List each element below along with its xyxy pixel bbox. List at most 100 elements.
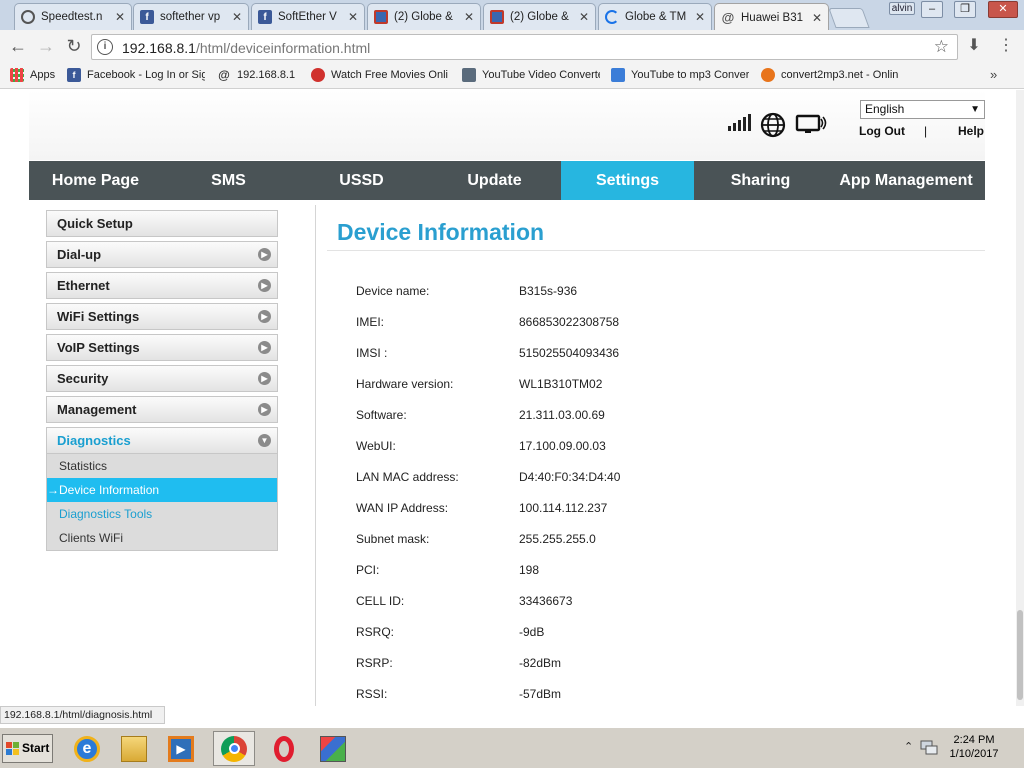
close-tab-icon[interactable]: ✕ <box>232 10 242 24</box>
address-bar[interactable]: i 192.168.8.1/html/deviceinformation.htm… <box>91 34 958 60</box>
bookmark-item[interactable]: Apps <box>10 68 58 82</box>
taskbar-app[interactable]: e <box>66 731 108 766</box>
taskbar-clock[interactable]: 2:24 PM 1/10/2017 <box>944 733 1004 761</box>
browser-tab[interactable]: (2) Globe & ✕ <box>367 3 481 30</box>
logout-link[interactable]: Log Out <box>859 124 905 138</box>
chrome-icon <box>221 735 247 762</box>
sidebar-item-quick-setup[interactable]: Quick Setup <box>46 210 278 237</box>
forward-icon[interactable]: → <box>35 36 57 58</box>
separator: | <box>924 124 928 138</box>
nav-home-page[interactable]: Home Page <box>29 161 162 200</box>
taskbar-app[interactable] <box>263 731 305 766</box>
tray-expand-icon[interactable]: ⌃ <box>904 740 913 753</box>
tab-title: (2) Globe & <box>394 11 453 23</box>
more-bookmarks-icon[interactable]: » <box>990 67 997 82</box>
submenu-item-statistics[interactable]: Statistics <box>47 454 277 478</box>
browser-tab[interactable]: @ Huawei B31 ✕ <box>714 3 829 31</box>
close-window-button[interactable]: ✕ <box>988 1 1018 18</box>
info-label: WebUI: <box>356 439 396 453</box>
taskbar-app[interactable] <box>312 731 354 766</box>
bookmark-item[interactable]: convert2mp3.net - Onlin <box>761 68 901 82</box>
profile-badge[interactable]: alvin <box>889 2 915 15</box>
minimize-button[interactable]: – <box>921 1 943 18</box>
tab-title: Speedtest.n <box>41 11 103 23</box>
bookmark-star-icon[interactable]: ☆ <box>934 37 949 57</box>
close-tab-icon[interactable]: ✕ <box>115 10 125 24</box>
chevron-right-icon: ▶ <box>258 248 271 261</box>
browser-tab[interactable]: f softether vp ✕ <box>133 3 249 30</box>
nav-ussd[interactable]: USSD <box>295 161 428 200</box>
taskbar-app[interactable] <box>113 731 155 766</box>
info-label: RSRQ: <box>356 625 395 639</box>
nav-settings[interactable]: Settings <box>561 161 694 200</box>
sidebar-item-diagnostics[interactable]: Diagnostics ▼ <box>46 427 278 454</box>
internet-explorer-icon: e <box>74 735 100 762</box>
film-reel-icon <box>311 68 325 82</box>
facebook-icon: f <box>140 10 154 24</box>
file-explorer-icon <box>121 735 147 762</box>
close-tab-icon[interactable]: ✕ <box>695 10 705 24</box>
nav-sms[interactable]: SMS <box>162 161 295 200</box>
tab-title: Globe & TM <box>625 11 687 23</box>
reload-icon[interactable]: ↻ <box>63 36 85 58</box>
info-label: RSSI: <box>356 687 388 701</box>
info-value: -82dBm <box>519 656 562 670</box>
loading-spinner-icon <box>605 10 619 24</box>
info-label: RSRP: <box>356 656 393 670</box>
chevron-right-icon: ▶ <box>258 310 271 323</box>
sidebar-item-security[interactable]: Security ▶ <box>46 365 278 392</box>
info-icon[interactable]: i <box>97 39 113 55</box>
menu-icon[interactable]: ⋮ <box>995 36 1017 58</box>
start-button[interactable]: Start <box>2 734 53 763</box>
submenu-item-device-information[interactable]: →Device Information <box>47 478 277 502</box>
close-tab-icon[interactable]: ✕ <box>579 10 589 24</box>
opera-icon <box>274 735 294 762</box>
submenu-item-diagnostics-tools[interactable]: Diagnostics Tools <box>47 502 277 526</box>
nav-app-management[interactable]: App Management <box>827 161 985 200</box>
sidebar-item-wifi-settings[interactable]: WiFi Settings ▶ <box>46 303 278 330</box>
browser-tab[interactable]: Globe & TM ✕ <box>598 3 712 30</box>
sidebar-item-dial-up[interactable]: Dial-up ▶ <box>46 241 278 268</box>
info-label: IMEI: <box>356 315 385 329</box>
submenu-label: Device Information <box>59 483 160 497</box>
diagnostics-submenu: Statistics →Device Information Diagnostics… <box>46 454 278 551</box>
close-tab-icon[interactable]: ✕ <box>464 10 474 24</box>
browser-tab[interactable]: Speedtest.n ✕ <box>14 3 132 30</box>
start-label: Start <box>22 741 50 755</box>
maximize-button[interactable]: ❐ <box>954 1 976 18</box>
sidebar-item-voip-settings[interactable]: VoIP Settings ▶ <box>46 334 278 361</box>
header-band <box>29 90 985 160</box>
back-icon[interactable]: ← <box>7 36 29 58</box>
help-link[interactable]: Help <box>958 124 984 138</box>
at-sign-icon: @ <box>721 10 735 25</box>
apps-grid-icon <box>10 68 24 82</box>
bookmark-item[interactable]: @192.168.8.1 <box>217 68 303 82</box>
info-label: PCI: <box>356 563 380 577</box>
new-tab-button[interactable] <box>828 8 870 28</box>
bookmark-item[interactable]: YouTube Video Converte <box>462 68 600 82</box>
bookmark-label: convert2mp3.net - Onlin <box>781 69 899 81</box>
close-tab-icon[interactable]: ✕ <box>348 10 358 24</box>
bookmark-item[interactable]: f Facebook - Log In or Sig <box>67 68 205 82</box>
scrollbar-thumb[interactable] <box>1017 610 1023 700</box>
url-text[interactable]: 192.168.8.1/html/deviceinformation.html <box>122 40 370 56</box>
browser-tab[interactable]: (2) Globe & ✕ <box>483 3 596 30</box>
browser-tab[interactable]: f SoftEther V ✕ <box>251 3 365 30</box>
taskbar-app[interactable] <box>213 731 255 766</box>
at-sign-icon: @ <box>218 68 230 82</box>
bookmark-item[interactable]: Watch Free Movies Onli <box>311 68 451 82</box>
page-scrollbar[interactable] <box>1016 90 1024 706</box>
taskbar-app[interactable]: ▶ <box>160 731 202 766</box>
windows-logo-icon <box>6 742 19 755</box>
language-select[interactable]: English ▼ <box>860 100 985 119</box>
submenu-item-clients-wifi[interactable]: Clients WiFi <box>47 526 277 550</box>
sidebar-item-ethernet[interactable]: Ethernet ▶ <box>46 272 278 299</box>
bookmark-item[interactable]: YouTube to mp3 Conver <box>611 68 749 82</box>
nav-sharing[interactable]: Sharing <box>694 161 827 200</box>
nav-update[interactable]: Update <box>428 161 561 200</box>
network-icon[interactable] <box>920 740 938 756</box>
tab-title: softether vp <box>160 11 221 23</box>
download-icon[interactable]: ⬇ <box>963 36 985 58</box>
sidebar-item-management[interactable]: Management ▶ <box>46 396 278 423</box>
close-tab-icon[interactable]: ✕ <box>812 11 822 25</box>
